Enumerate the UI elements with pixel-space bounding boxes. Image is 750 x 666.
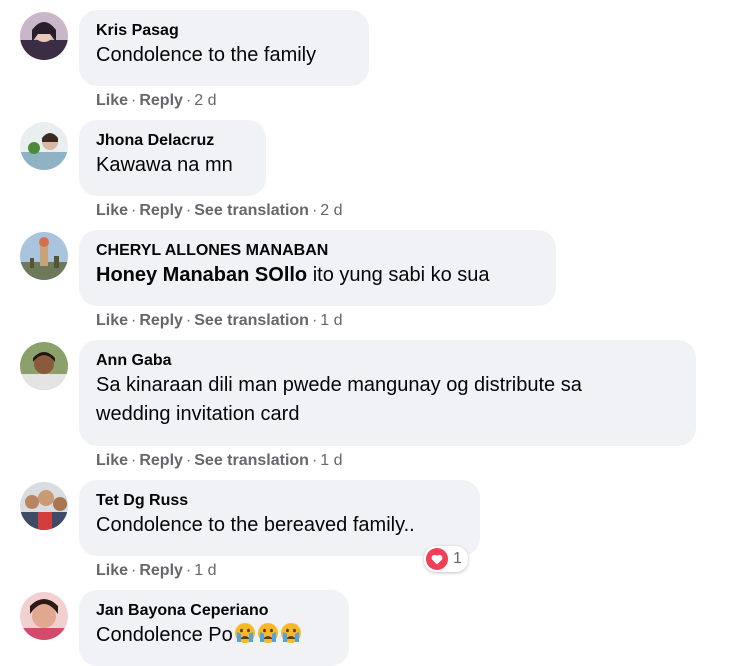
comment-text-body: ito yung sabi ko sua (307, 264, 490, 286)
comment-text-body: Condolence Po (96, 624, 233, 646)
comment-author[interactable]: Tet Dg Russ (96, 491, 463, 511)
heart-icon (426, 548, 448, 570)
comment-bubble: CHERYL ALLONES MANABAN Honey Manaban SOl… (79, 230, 556, 306)
like-button[interactable]: Like (96, 92, 128, 109)
comment-author[interactable]: Ann Gaba (96, 351, 679, 371)
reply-button[interactable]: Reply (139, 562, 183, 579)
like-button[interactable]: Like (96, 562, 128, 579)
comment-text: Honey Manaban SOllo ito yung sabi ko sua (96, 261, 539, 290)
comment-actions: Like · Reply · See translation · 1 d (96, 452, 343, 469)
comment-actions: Like · Reply · 2 d (96, 92, 217, 109)
reply-button[interactable]: Reply (139, 92, 183, 109)
comment-text: Condolence Po (96, 621, 332, 650)
avatar[interactable] (20, 232, 68, 280)
comment-text: Condolence to the bereaved family.. (96, 514, 415, 536)
comment-text: Kawawa na mn (96, 154, 233, 176)
comment-timestamp[interactable]: 1 d (194, 562, 216, 579)
crying-face-icon (257, 623, 278, 643)
comment-bubble: Kris Pasag Condolence to the family (79, 10, 369, 86)
mentioned-user-link[interactable]: Honey Manaban SOllo (96, 264, 307, 286)
like-button[interactable]: Like (96, 202, 128, 219)
comment-timestamp[interactable]: 2 d (320, 202, 342, 219)
comment-author[interactable]: Jan Bayona Ceperiano (96, 601, 332, 621)
reply-button[interactable]: Reply (139, 312, 183, 329)
crying-face-icon (280, 623, 301, 643)
avatar[interactable] (20, 122, 68, 170)
cropped-text-fragment (112, 0, 192, 4)
comment-timestamp[interactable]: 1 d (320, 452, 342, 469)
see-translation-link[interactable]: See translation (194, 312, 309, 329)
like-button[interactable]: Like (96, 452, 128, 469)
reaction-summary[interactable]: 1 (424, 546, 468, 572)
comment-text-line: wedding invitation card (96, 403, 300, 425)
comment-timestamp[interactable]: 2 d (194, 92, 216, 109)
comment-text: Condolence to the family (96, 44, 317, 66)
like-button[interactable]: Like (96, 312, 128, 329)
comment-actions: Like · Reply · See translation · 2 d (96, 202, 343, 219)
comment-author[interactable]: CHERYL ALLONES MANABAN (96, 241, 539, 261)
reply-button[interactable]: Reply (139, 202, 183, 219)
avatar[interactable] (20, 12, 68, 60)
comment-actions: Like · Reply · 1 d (96, 562, 217, 579)
reply-button[interactable]: Reply (139, 452, 183, 469)
comment-text-line: Sa kinaraan dili man pwede mangunay og d… (96, 374, 582, 396)
see-translation-link[interactable]: See translation (194, 452, 309, 469)
avatar[interactable] (20, 342, 68, 390)
avatar[interactable] (20, 482, 68, 530)
crying-face-icon (234, 623, 255, 643)
comment-author[interactable]: Kris Pasag (96, 21, 352, 41)
comment-bubble: Ann Gaba Sa kinaraan dili man pwede mang… (79, 340, 696, 446)
comment-author[interactable]: Jhona Delacruz (96, 131, 249, 151)
comment-bubble: Jan Bayona Ceperiano Condolence Po (79, 590, 349, 666)
avatar[interactable] (20, 592, 68, 640)
reaction-count: 1 (453, 550, 462, 567)
see-translation-link[interactable]: See translation (194, 202, 309, 219)
comment-bubble: Tet Dg Russ Condolence to the bereaved f… (79, 480, 480, 556)
comment-actions: Like · Reply · See translation · 1 d (96, 312, 343, 329)
comment-bubble: Jhona Delacruz Kawawa na mn (79, 120, 266, 196)
comment-timestamp[interactable]: 1 d (320, 312, 342, 329)
